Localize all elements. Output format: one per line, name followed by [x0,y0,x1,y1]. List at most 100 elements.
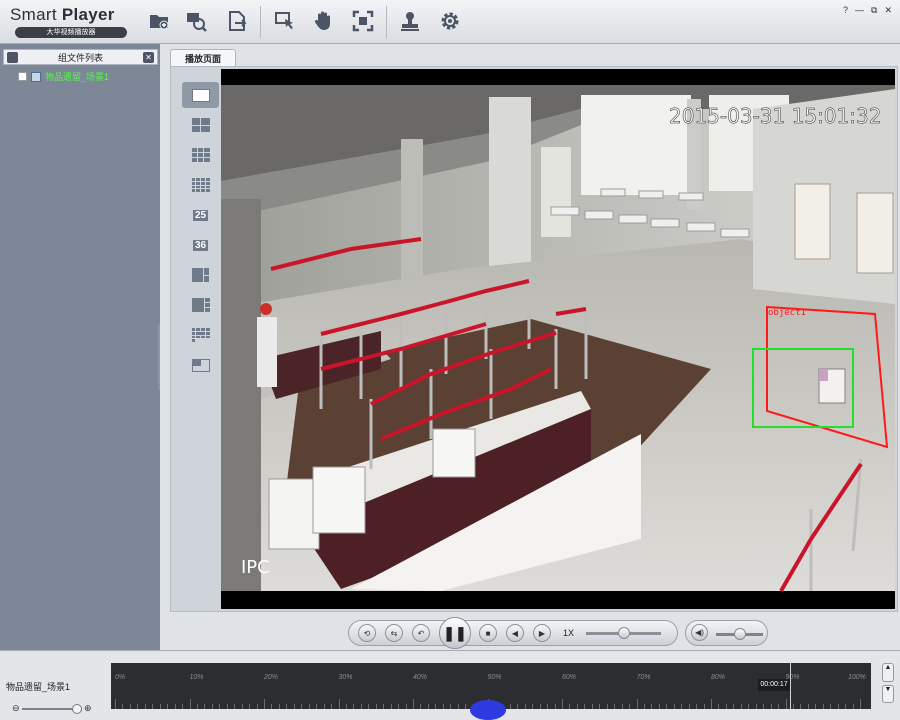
timeline-tick [345,704,347,709]
timeline-tick [778,704,780,709]
timeline-tick [323,704,325,709]
tab-playback[interactable]: 播放页面 [170,49,236,67]
timeline-tick [435,704,437,709]
volume-slider[interactable] [716,628,763,640]
title-bar: Smart Player 大华视频播放器 ? — ⧉ ✕ [0,0,900,44]
timeline-label: 10% [189,674,204,681]
timeline-tick [450,704,452,709]
timeline-tick [852,704,854,709]
timeline-tick [420,704,422,709]
timeline-tick [673,704,675,709]
sidebar-item-label: 物品遗留_场景1 [45,72,110,82]
hand-icon[interactable] [310,8,336,34]
zoom-slider-knob[interactable] [72,704,82,714]
timeline-cursor[interactable] [790,663,791,709]
fast-icon[interactable]: ▶ [533,624,551,642]
timeline-tick [368,704,370,709]
layout-36-button[interactable]: 36 [182,232,219,258]
close-button[interactable]: ✕ [884,5,892,16]
timeline-tick [517,704,519,709]
gear-icon[interactable] [437,8,463,34]
timeline-tick [465,704,467,709]
pause-button[interactable]: ❚❚ [439,617,471,649]
timeline-tick [748,704,750,709]
timeline-label: 50% [487,674,502,681]
timeline-tick [413,699,414,709]
stamp-icon[interactable] [397,8,423,34]
timeline-tick [845,704,847,709]
layout-9-button[interactable] [182,142,219,168]
timeline-tick [241,704,243,709]
trash-icon[interactable]: ✕ [143,52,154,63]
timeline-tick [234,704,236,709]
scroll-down-button[interactable]: ▼ [882,684,894,703]
volume-icon[interactable]: ◀) [691,624,708,641]
timeline-label: 80% [711,674,726,681]
timeline-label: 100% [848,674,866,681]
speed-slider[interactable] [586,627,661,639]
speed-slider-knob[interactable] [618,627,630,639]
stop-icon[interactable]: ■ [479,624,497,642]
timeline-tick [830,704,832,709]
timeline-tick [398,704,400,709]
timeline-tick [189,699,191,709]
timeline-tick [643,704,645,709]
timeline-tick [755,704,757,709]
timeline-tick [822,704,824,709]
cursor-icon[interactable] [272,8,298,34]
video-view[interactable]: object1 2015-03-31 15:01:32 IPC [221,69,895,609]
layout-8-button[interactable] [182,292,219,318]
loop-icon[interactable]: ⇆ [385,624,403,642]
timeline-tick [427,704,429,709]
channel-label: IPC [241,557,270,578]
rewind-icon[interactable]: ↶ [412,624,430,642]
timeline-tick [122,704,124,709]
layout-6-button[interactable] [182,262,219,288]
timeline-tick [815,704,817,709]
timeline-tick [606,704,608,709]
step-back-icon[interactable]: ⟲ [358,624,376,642]
restore-button[interactable]: ⧉ [871,5,877,16]
item-checkbox[interactable] [18,72,27,81]
export-icon[interactable] [224,8,250,34]
timeline-tick [591,704,593,709]
timeline-tick [137,704,139,709]
layout-25-button[interactable]: 25 [182,202,219,228]
layout-1-button[interactable] [182,82,219,108]
timeline-tick [152,704,154,709]
help-button[interactable]: ? [843,5,848,16]
volume-slider-knob[interactable] [734,628,746,640]
timeline-tick [360,704,362,709]
timeline-tick [457,704,459,709]
timeline-label: 0% [115,674,126,681]
timeline-tick [763,704,765,709]
timeline-tick [159,704,161,709]
timeline-tick [800,704,802,709]
zoom-out-icon[interactable]: ⊖ [12,703,20,714]
sidebar-item-scene1[interactable]: 物品遗留_场景1 [18,70,109,83]
layout-custom-button[interactable] [182,352,219,378]
timeline-tick [666,704,668,709]
timeline-tick [301,704,303,709]
timeline-tick [375,704,377,709]
zoom-in-icon[interactable]: ⊕ [84,703,92,714]
timeline-scroll: ▲ ▼ [882,663,894,703]
layout-4-button[interactable] [182,112,219,138]
search-file-icon[interactable] [183,8,209,34]
layout-16-button[interactable] [182,172,219,198]
fullscreen-icon[interactable] [350,8,376,34]
scene-marker-icon [470,700,506,720]
video-frame: object1 2015-03-31 15:01:32 IPC [221,69,895,609]
timeline-tick [196,704,198,709]
timeline-label: 60% [562,674,577,681]
minimize-button[interactable]: — [855,5,864,16]
open-folder-icon[interactable] [146,8,172,34]
timeline-tick [569,704,571,709]
slow-icon[interactable]: ◀ [506,624,524,642]
select-all-icon[interactable] [7,52,18,63]
scroll-up-button[interactable]: ▲ [882,663,894,682]
timeline-tick [211,704,213,709]
layout-13-button[interactable] [182,322,219,348]
speed-indicator: 1X [563,628,575,638]
timeline-tick [614,704,616,709]
